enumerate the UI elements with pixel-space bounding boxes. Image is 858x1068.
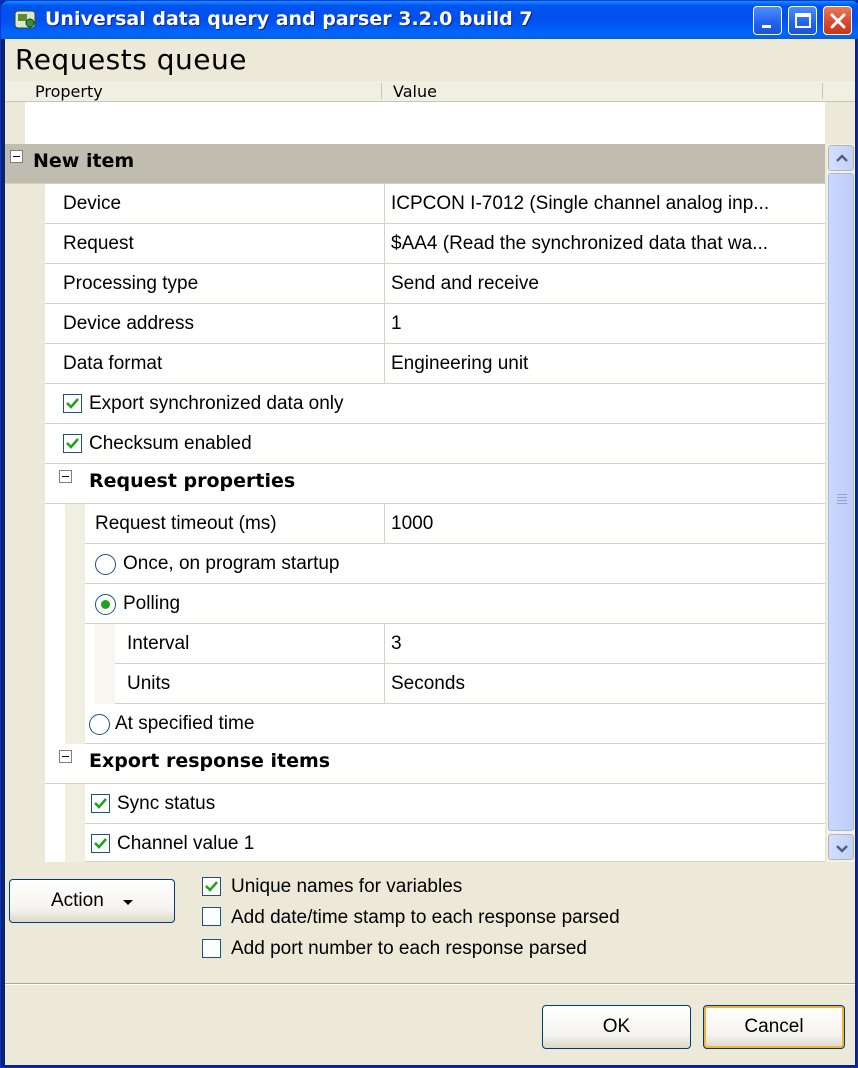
row-sync-status[interactable]: Sync status <box>85 784 825 824</box>
radio-label: Once, on program startup <box>123 553 340 574</box>
page-title: Requests queue <box>5 39 855 81</box>
checkbox-label: Checksum enabled <box>89 433 252 454</box>
vertical-scrollbar[interactable] <box>827 144 855 862</box>
checkbox-label: Export synchronized data only <box>89 393 344 414</box>
unique-names-label: Unique names for variables <box>231 876 463 897</box>
indent-gutter <box>25 184 45 862</box>
row-processing-type[interactable]: Processing type Send and receive <box>45 264 825 304</box>
radio-label: At specified time <box>115 713 255 734</box>
cancel-button[interactable]: Cancel <box>703 1005 845 1049</box>
column-divider[interactable] <box>381 83 382 99</box>
property-value[interactable]: 3 <box>384 624 825 663</box>
property-name: Device address <box>63 313 194 334</box>
action-dropdown-button[interactable]: Action <box>9 879 175 923</box>
property-value[interactable]: $AA4 (Read the synchronized data that wa… <box>384 224 825 263</box>
checkbox-label: Channel value 1 <box>117 833 255 854</box>
property-value[interactable]: Send and receive <box>384 264 825 303</box>
datetime-stamp-checkbox[interactable] <box>202 907 221 926</box>
row-request-timeout[interactable]: Request timeout (ms) 1000 <box>85 504 825 544</box>
category-label: New item <box>33 150 135 172</box>
panel-divider <box>5 983 855 985</box>
radio-label: Polling <box>123 593 181 614</box>
datetime-stamp-label: Add date/time stamp to each response par… <box>231 907 620 928</box>
property-name: Processing type <box>63 273 199 294</box>
checkbox-label: Sync status <box>117 793 216 814</box>
property-name: Interval <box>127 633 190 654</box>
ok-button[interactable]: OK <box>542 1005 691 1049</box>
scroll-thumb[interactable] <box>828 173 854 831</box>
row-polling[interactable]: Polling <box>85 584 825 624</box>
row-data-format[interactable]: Data format Engineering unit <box>45 344 825 384</box>
minimize-button[interactable] <box>753 6 782 35</box>
property-name: Device <box>63 193 122 214</box>
port-number-label: Add port number to each response parsed <box>231 938 587 959</box>
row-channel-value[interactable]: Channel value 1 <box>85 824 825 862</box>
category-new-item[interactable]: New item <box>5 144 825 184</box>
category-request-properties[interactable]: Request properties <box>45 464 825 504</box>
row-device[interactable]: Device ICPCON I-7012 (Single channel ana… <box>45 184 825 224</box>
port-number-checkbox[interactable] <box>202 939 221 958</box>
grid-gutter <box>5 102 25 862</box>
indent-gutter <box>65 784 85 862</box>
sync-status-checkbox[interactable] <box>91 794 110 813</box>
row-once-startup[interactable]: Once, on program startup <box>85 544 825 584</box>
action-button-label: Action <box>50 890 104 912</box>
collapse-icon[interactable] <box>10 150 23 163</box>
indent-gutter <box>95 624 115 704</box>
scroll-down-button[interactable] <box>828 834 854 860</box>
dropdown-arrow-icon <box>123 880 134 922</box>
property-value[interactable]: 1000 <box>384 504 825 543</box>
category-label: Request properties <box>89 470 296 492</box>
property-name: Request timeout (ms) <box>95 513 277 534</box>
collapse-icon[interactable] <box>59 470 72 483</box>
row-units[interactable]: Units Seconds <box>115 664 825 704</box>
column-property[interactable]: Property <box>35 82 103 101</box>
property-value[interactable]: Seconds <box>384 664 825 703</box>
row-request[interactable]: Request $AA4 (Read the synchronized data… <box>45 224 825 264</box>
polling-radio[interactable] <box>95 594 116 615</box>
property-name: Request <box>63 233 134 254</box>
row-checksum[interactable]: Checksum enabled <box>45 424 825 464</box>
property-name: Data format <box>63 353 163 374</box>
maximize-button[interactable] <box>788 6 817 35</box>
category-label: Export response items <box>89 750 331 772</box>
dialog-window: Universal data query and parser 3.2.0 bu… <box>0 0 858 1068</box>
row-device-address[interactable]: Device address 1 <box>45 304 825 344</box>
options-panel: Action Unique names for variables Add da… <box>5 862 855 1065</box>
row-export-synchronized[interactable]: Export synchronized data only <box>45 384 825 424</box>
column-value[interactable]: Value <box>393 82 437 101</box>
export-sync-checkbox[interactable] <box>63 394 82 413</box>
once-radio[interactable] <box>95 554 116 575</box>
channel-value-checkbox[interactable] <box>91 834 110 853</box>
close-button[interactable] <box>823 6 852 35</box>
property-value[interactable]: ICPCON I-7012 (Single channel analog inp… <box>384 184 825 223</box>
column-header: Property Value <box>5 81 855 102</box>
property-value[interactable]: Engineering unit <box>384 344 825 383</box>
window-title: Universal data query and parser 3.2.0 bu… <box>45 8 533 30</box>
property-value[interactable]: 1 <box>384 304 825 343</box>
collapse-icon[interactable] <box>59 750 72 763</box>
indent-gutter <box>65 504 85 744</box>
app-icon <box>13 8 37 32</box>
row-at-specified-time[interactable]: At specified time <box>85 704 825 744</box>
property-name: Units <box>127 673 171 694</box>
title-bar[interactable]: Universal data query and parser 3.2.0 bu… <box>1 1 858 39</box>
row-interval[interactable]: Interval 3 <box>115 624 825 664</box>
scroll-up-button[interactable] <box>828 145 854 171</box>
checksum-checkbox[interactable] <box>63 434 82 453</box>
unique-names-checkbox[interactable] <box>202 877 221 896</box>
category-export-response-items[interactable]: Export response items <box>45 744 825 784</box>
specified-time-radio[interactable] <box>89 714 110 735</box>
column-divider <box>822 83 823 99</box>
